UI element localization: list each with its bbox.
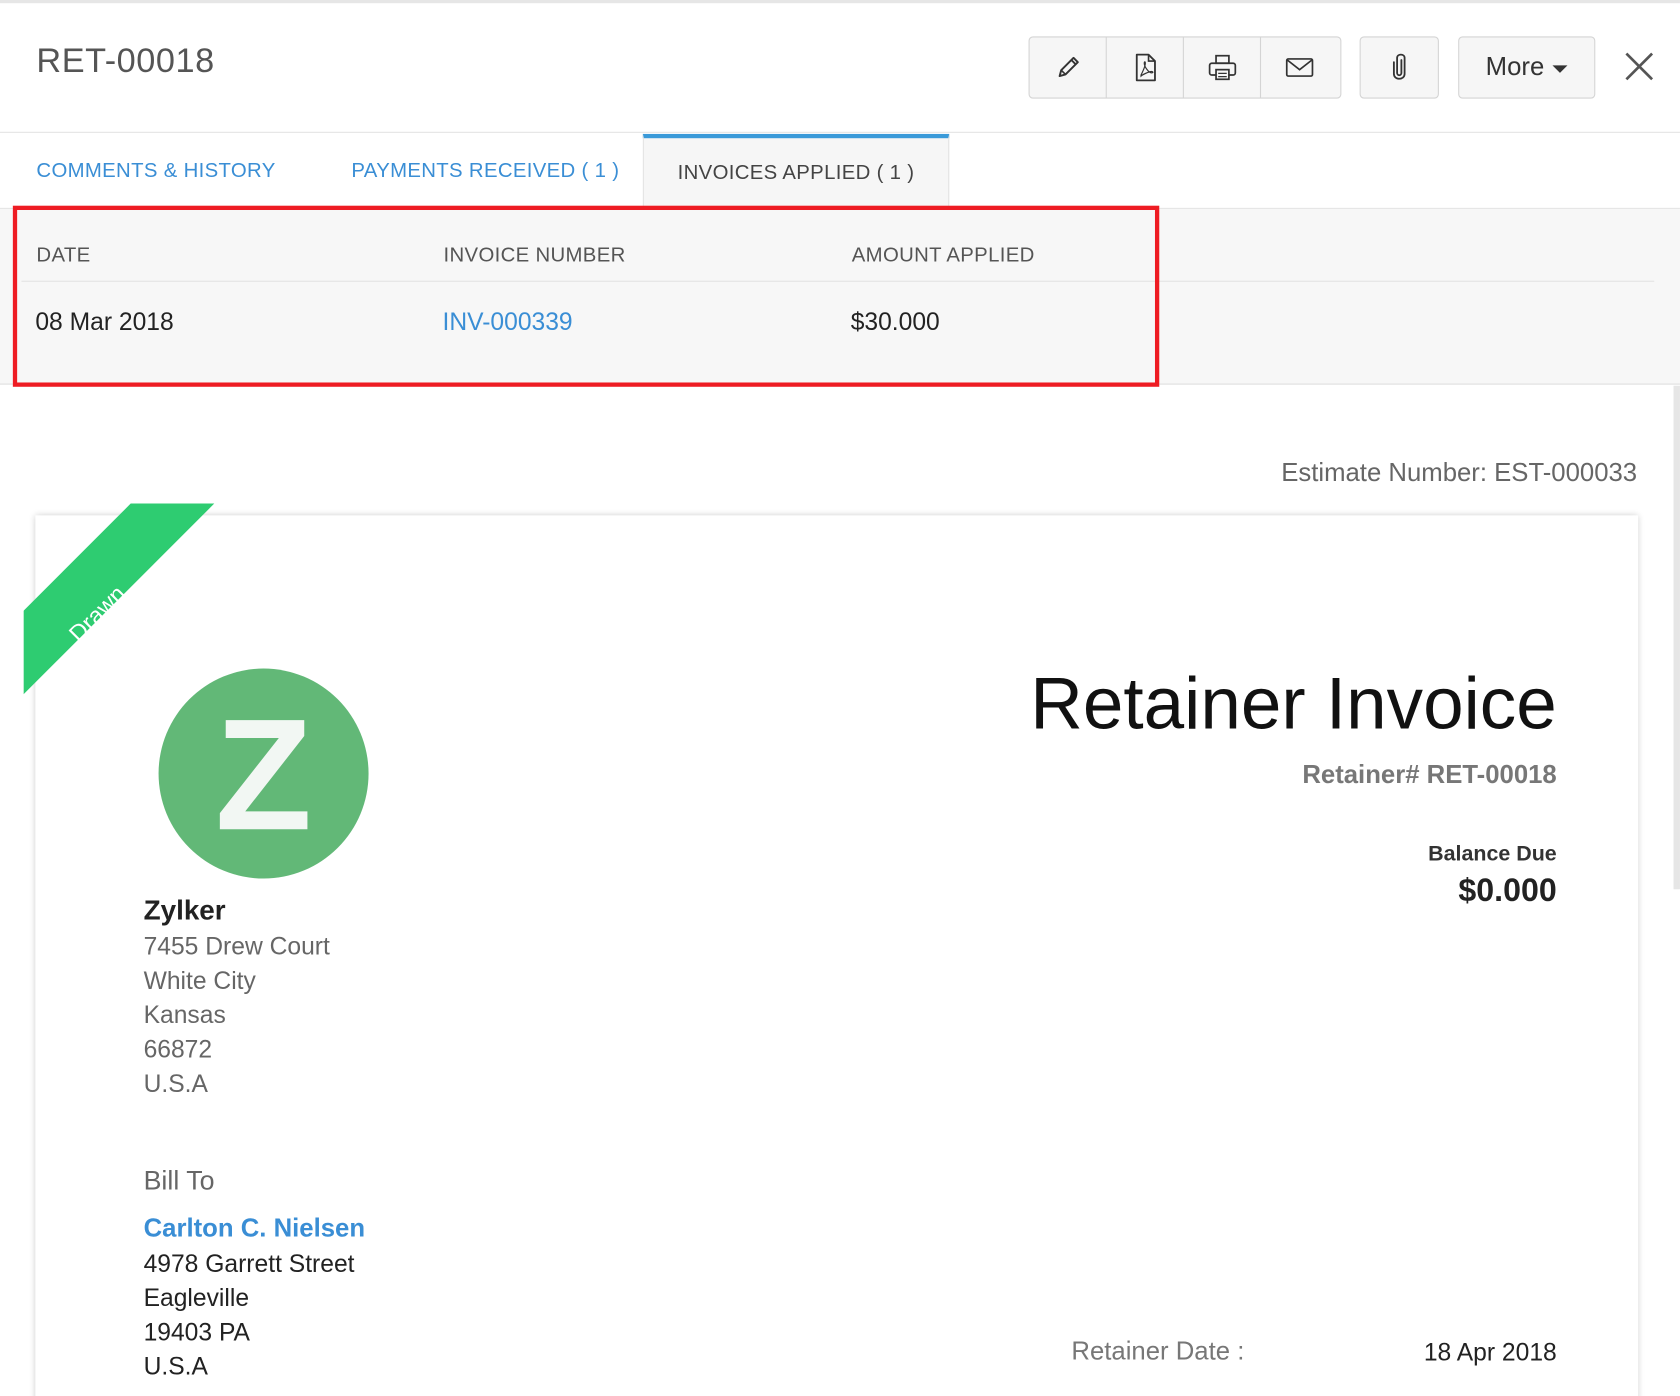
tab-payments-received[interactable]: PAYMENTS RECEIVED ( 1 ) (351, 134, 619, 209)
paperclip-icon (1392, 53, 1406, 80)
retainer-number: Retainer# RET-00018 (1302, 760, 1557, 790)
tab-invoices-applied[interactable]: INVOICES APPLIED ( 1 ) (642, 133, 950, 209)
balance-due-label: Balance Due (1428, 842, 1557, 866)
pdf-icon (1135, 53, 1156, 82)
org-address-line: U.S.A (143, 1069, 208, 1098)
close-icon[interactable] (1620, 47, 1659, 86)
highlight-box (12, 205, 1160, 387)
attach-button[interactable] (1361, 37, 1438, 97)
tab-comments-history[interactable]: COMMENTS & HISTORY (36, 134, 275, 209)
client-name-link[interactable]: Carlton C. Nielsen (144, 1214, 365, 1244)
scrollbar[interactable] (1673, 385, 1680, 890)
org-address-line: 7455 Drew Court (143, 932, 330, 960)
top-border (0, 0, 1680, 4)
retainer-detail-panel: RET-00018 More COMMENTS & HISTORY PAYMEN… (0, 0, 1680, 1396)
organization-name: Zylker (143, 893, 226, 926)
more-button[interactable]: More (1458, 36, 1596, 99)
estimate-number: Estimate Number: EST-000033 (1281, 458, 1638, 488)
logo-letter: Z (215, 685, 312, 863)
document-title: Retainer Invoice (1030, 663, 1557, 745)
more-button-label: More (1485, 52, 1545, 82)
edit-button[interactable] (1030, 37, 1107, 98)
client-address-line: 4978 Garrett Street (143, 1249, 355, 1278)
retainer-date-value: 18 Apr 2018 (1423, 1338, 1557, 1367)
attach-button-group (1359, 36, 1439, 99)
page-title: RET-00018 (36, 40, 215, 80)
print-button[interactable] (1184, 37, 1262, 98)
company-logo: Z (158, 668, 369, 879)
org-address-line: Kansas (143, 1000, 226, 1029)
toolbar-button-group (1028, 36, 1342, 99)
print-icon (1208, 54, 1236, 81)
pdf-button[interactable] (1107, 37, 1184, 98)
retainer-date-label: Retainer Date : (1071, 1337, 1245, 1367)
bill-to-label: Bill To (143, 1165, 215, 1196)
edit-icon (1058, 56, 1079, 78)
mail-icon (1285, 58, 1314, 77)
org-address-line: White City (143, 966, 256, 995)
tabs-top-divider (0, 131, 1680, 133)
client-address-line: Eagleville (143, 1283, 250, 1312)
org-address-line: 66872 (143, 1034, 213, 1063)
client-address-line: U.S.A (143, 1352, 208, 1380)
client-address-line: 19403 PA (143, 1317, 250, 1346)
balance-due-value: $0.000 (1458, 873, 1557, 909)
email-button[interactable] (1261, 37, 1338, 97)
chevron-down-icon (1552, 65, 1568, 73)
